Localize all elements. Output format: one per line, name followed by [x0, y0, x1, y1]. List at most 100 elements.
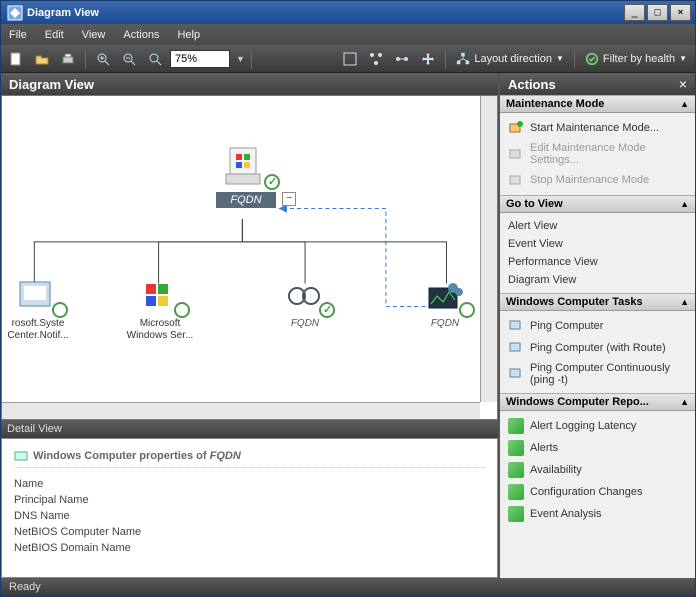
relayout-icon[interactable]: [391, 48, 413, 70]
action-label: Diagram View: [508, 274, 576, 286]
zoom-field[interactable]: 75%: [170, 50, 230, 68]
chevron-up-icon: ▲: [680, 99, 689, 109]
print-icon[interactable]: [57, 48, 79, 70]
property-row: DNS Name: [14, 508, 485, 524]
detail-header-label: Detail View: [7, 423, 62, 435]
task-icon: [508, 318, 524, 334]
action-label: Start Maintenance Mode...: [530, 122, 659, 134]
zoom-dropdown-icon[interactable]: ▼: [236, 54, 245, 64]
filter-health-dropdown[interactable]: Filter by health ▼: [581, 52, 691, 66]
property-row: Principal Name: [14, 492, 485, 508]
maintenance-icon: [508, 120, 524, 136]
root-label: FQDN: [230, 194, 261, 206]
section-maintenance[interactable]: Maintenance Mode ▲: [500, 95, 695, 113]
layout-direction-label: Layout direction: [474, 53, 552, 65]
menu-actions[interactable]: Actions: [123, 29, 159, 41]
collapse-button[interactable]: −: [282, 192, 296, 206]
task-ping[interactable]: Ping Computer: [500, 315, 695, 337]
edit-icon: [508, 146, 524, 162]
stop-maintenance-action: Stop Maintenance Mode: [500, 169, 695, 191]
menu-file[interactable]: File: [9, 29, 27, 41]
horizontal-scrollbar[interactable]: [2, 402, 480, 419]
actions-pane: Actions × Maintenance Mode ▲ Start Maint…: [498, 73, 695, 578]
report-icon: [508, 462, 524, 478]
actions-close-icon[interactable]: ×: [679, 76, 687, 92]
autolayout-icon[interactable]: [365, 48, 387, 70]
goto-performance-view[interactable]: Performance View: [500, 253, 695, 271]
diagram-child-node[interactable]: FQDN: [410, 278, 480, 330]
status-text: Ready: [9, 581, 41, 593]
report-alert-logging[interactable]: Alert Logging Latency: [500, 415, 695, 437]
node-label: FQDN: [291, 318, 319, 329]
open-icon[interactable]: [31, 48, 53, 70]
new-icon[interactable]: [5, 48, 27, 70]
move-icon[interactable]: [417, 48, 439, 70]
start-maintenance-action[interactable]: Start Maintenance Mode...: [500, 117, 695, 139]
report-alerts[interactable]: Alerts: [500, 437, 695, 459]
action-label: Availability: [530, 464, 582, 476]
report-icon: [508, 484, 524, 500]
zoom-fit-icon[interactable]: [144, 48, 166, 70]
task-ping-t[interactable]: Ping Computer Continuously (ping -t): [500, 359, 695, 389]
action-label: Ping Computer (with Route): [530, 342, 666, 354]
goto-alert-view[interactable]: Alert View: [500, 217, 695, 235]
report-icon: [508, 418, 524, 434]
chevron-up-icon: ▲: [680, 297, 689, 307]
vertical-scrollbar[interactable]: [480, 96, 497, 402]
property-row: NetBIOS Computer Name: [14, 524, 485, 540]
goto-event-view[interactable]: Event View: [500, 235, 695, 253]
report-icon: [508, 440, 524, 456]
fit-screen-icon[interactable]: [339, 48, 361, 70]
action-label: Ping Computer: [530, 320, 603, 332]
property-row: NetBIOS Domain Name: [14, 540, 485, 556]
titlebar[interactable]: Diagram View _ □ ×: [1, 1, 695, 24]
diagram-child-node[interactable]: MicrosoftWindows Ser...: [120, 278, 200, 342]
diagram-title: Diagram View: [9, 77, 94, 92]
property-row: Name: [14, 476, 485, 492]
diagram-child-node[interactable]: rosoft.SysteCenter.Notif...: [2, 278, 74, 342]
section-label: Go to View: [506, 198, 563, 210]
maximize-button[interactable]: □: [647, 4, 668, 21]
close-button[interactable]: ×: [670, 4, 691, 21]
task-ping-route[interactable]: Ping Computer (with Route): [500, 337, 695, 359]
actions-title: Actions: [508, 77, 556, 92]
section-label: Maintenance Mode: [506, 98, 604, 110]
node-label: Center.Notif...: [7, 330, 68, 341]
zoom-out-icon[interactable]: [118, 48, 140, 70]
menu-view[interactable]: View: [82, 29, 106, 41]
window-title: Diagram View: [27, 7, 624, 19]
node-label: Microsoft: [140, 318, 181, 329]
action-label: Stop Maintenance Mode: [530, 174, 649, 186]
action-label: Alert View: [508, 220, 557, 232]
health-icon: [52, 302, 68, 318]
diagram-child-node[interactable]: FQDN: [270, 278, 340, 330]
app-icon: [7, 5, 23, 21]
layout-direction-dropdown[interactable]: Layout direction ▼: [452, 52, 568, 66]
section-tasks[interactable]: Windows Computer Tasks ▲: [500, 293, 695, 311]
app-window: Diagram View _ □ × File Edit View Action…: [0, 0, 696, 597]
report-availability[interactable]: Availability: [500, 459, 695, 481]
toolbar: 75% ▼ Layout direction ▼ Filter by healt…: [1, 45, 695, 73]
goto-diagram-view[interactable]: Diagram View: [500, 271, 695, 289]
menubar: File Edit View Actions Help: [1, 24, 695, 45]
detail-header: Detail View: [1, 420, 498, 438]
report-icon: [508, 506, 524, 522]
minimize-button[interactable]: _: [624, 4, 645, 21]
action-label: Ping Computer Continuously (ping -t): [530, 362, 687, 386]
action-label: Performance View: [508, 256, 598, 268]
edit-maintenance-action: Edit Maintenance Mode Settings...: [500, 139, 695, 169]
zoom-in-icon[interactable]: [92, 48, 114, 70]
diagram-canvas[interactable]: FQDN − rosoft.SysteCenter.Notif...: [1, 95, 498, 420]
section-reports[interactable]: Windows Computer Repo... ▲: [500, 393, 695, 411]
action-label: Event View: [508, 238, 563, 250]
menu-edit[interactable]: Edit: [45, 29, 64, 41]
report-config-changes[interactable]: Configuration Changes: [500, 481, 695, 503]
node-label: Windows Ser...: [127, 330, 194, 341]
report-event-analysis[interactable]: Event Analysis: [500, 503, 695, 525]
menu-help[interactable]: Help: [177, 29, 200, 41]
chevron-up-icon: ▲: [680, 199, 689, 209]
health-icon: [459, 302, 475, 318]
node-label: rosoft.Syste: [12, 318, 65, 329]
diagram-root-node[interactable]: FQDN −: [216, 146, 276, 208]
section-goto[interactable]: Go to View ▲: [500, 195, 695, 213]
